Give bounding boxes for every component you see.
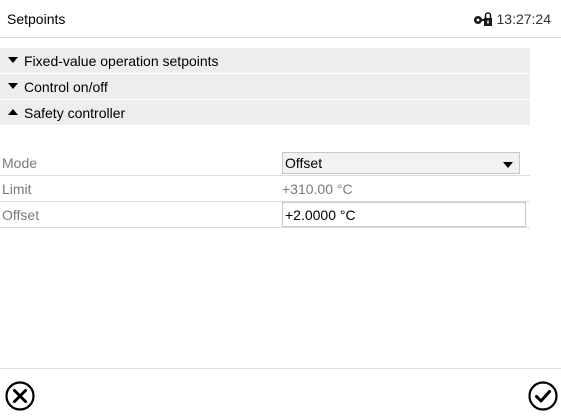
section-label: Safety controller — [24, 105, 125, 121]
triangle-down-icon — [7, 83, 19, 90]
limit-row: Limit +310.00 °C — [0, 176, 530, 202]
footer-bar — [0, 368, 561, 415]
offset-label: Offset — [0, 207, 282, 223]
title-bar: Setpoints 13:27:24 — [0, 0, 561, 38]
mode-label: Mode — [0, 155, 282, 171]
offset-row: Offset +2.0000 °C — [0, 202, 530, 228]
section-label: Fixed-value operation setpoints — [24, 53, 219, 69]
setpoints-screen: Setpoints 13:27:24 Fixed-value operation… — [0, 0, 561, 415]
section-safety-controller[interactable]: Safety controller — [0, 100, 530, 126]
triangle-up-icon — [7, 109, 19, 116]
page-title: Setpoints — [0, 11, 65, 27]
mode-value: Offset — [285, 155, 322, 171]
confirm-check-circle-icon — [527, 380, 559, 412]
safety-controller-fields: Mode Offset Limit +310.00 °C Offset +2.0… — [0, 150, 530, 228]
cancel-button[interactable] — [4, 380, 36, 412]
offset-value: +2.0000 °C — [285, 207, 356, 223]
confirm-button[interactable] — [527, 380, 559, 412]
clock-time: 13:27:24 — [497, 11, 552, 27]
limit-value: +310.00 °C — [282, 181, 353, 197]
dropdown-arrow-icon — [503, 155, 513, 171]
section-label: Control on/off — [24, 79, 108, 95]
offset-input[interactable]: +2.0000 °C — [282, 202, 526, 227]
mode-row: Mode Offset — [0, 150, 530, 176]
limit-label: Limit — [0, 181, 282, 197]
triangle-down-icon — [7, 57, 19, 64]
section-fixed-value-setpoints[interactable]: Fixed-value operation setpoints — [0, 48, 530, 74]
mode-select[interactable]: Offset — [282, 152, 520, 174]
setpoint-sections: Fixed-value operation setpoints Control … — [0, 48, 530, 126]
cancel-circle-icon — [4, 380, 36, 412]
section-control-on-off[interactable]: Control on/off — [0, 74, 530, 100]
status-area: 13:27:24 — [473, 11, 561, 27]
lock-key-icon — [473, 12, 493, 26]
